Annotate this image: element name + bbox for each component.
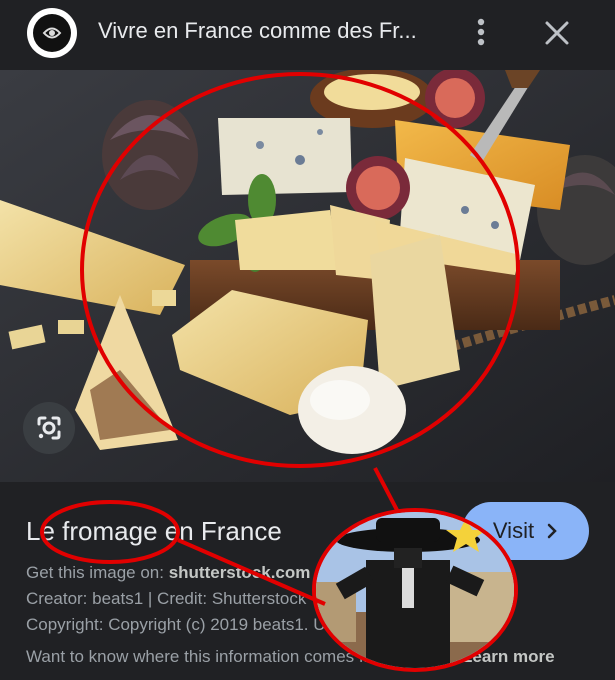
cheese-platter-image xyxy=(0,70,615,482)
channel-avatar-icon xyxy=(33,14,71,52)
meme-inset-image xyxy=(312,508,518,672)
source-link[interactable]: shutterstock.com xyxy=(169,563,311,582)
channel-avatar[interactable] xyxy=(27,8,77,58)
result-image[interactable] xyxy=(0,70,615,482)
viewer-header: Vivre en France comme des Fr... xyxy=(0,0,615,70)
image-caption: Le fromage en France xyxy=(26,516,282,546)
google-lens-icon[interactable] xyxy=(23,402,75,454)
chevron-right-icon xyxy=(547,523,557,539)
close-icon[interactable] xyxy=(540,16,574,50)
kebab-menu-icon[interactable] xyxy=(466,16,496,48)
page-title: Vivre en France comme des Fr... xyxy=(98,18,417,43)
visit-button-label: Visit xyxy=(492,518,535,543)
